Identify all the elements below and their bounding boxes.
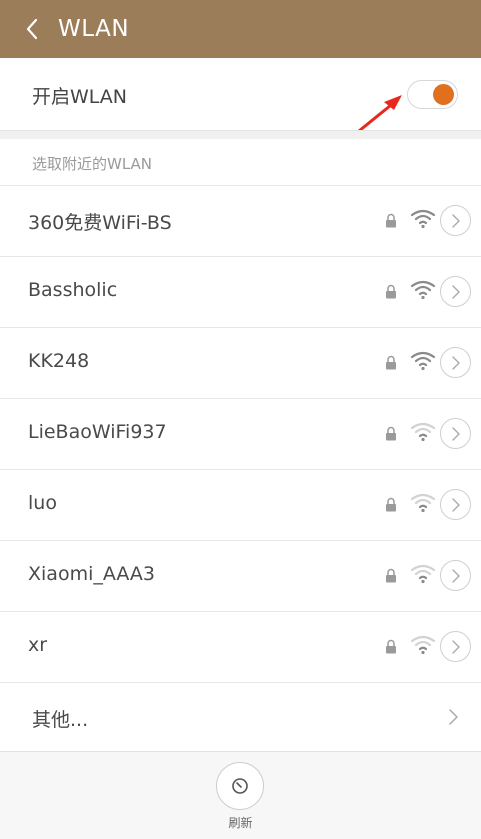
lock-icon xyxy=(386,639,396,654)
chevron-right-icon xyxy=(452,640,460,654)
other-network-row[interactable]: 其他... xyxy=(0,682,481,753)
chevron-right-icon xyxy=(452,356,460,370)
section-divider xyxy=(0,130,481,139)
network-ssid: Xiaomi_AAA3 xyxy=(28,563,155,585)
network-row[interactable]: xr xyxy=(0,611,481,682)
wifi-signal-icon xyxy=(410,635,436,655)
wlan-switch[interactable] xyxy=(407,80,458,109)
network-detail-button[interactable] xyxy=(440,489,471,520)
lock-icon xyxy=(386,568,396,583)
wlan-toggle-label: 开启WLAN xyxy=(32,86,128,108)
network-detail-button[interactable] xyxy=(440,631,471,662)
chevron-right-icon xyxy=(452,498,460,512)
network-row[interactable]: luo xyxy=(0,469,481,540)
switch-knob xyxy=(433,84,454,105)
lock-icon xyxy=(386,284,396,299)
lock-icon xyxy=(386,497,396,512)
network-ssid: KK248 xyxy=(28,350,90,372)
chevron-right-icon xyxy=(452,285,460,299)
network-detail-button[interactable] xyxy=(440,205,471,236)
network-ssid: xr xyxy=(28,634,48,656)
wifi-signal-icon xyxy=(410,209,436,229)
bottom-bar: 刷新 xyxy=(0,751,481,839)
wifi-signal-icon xyxy=(410,493,436,513)
network-detail-button[interactable] xyxy=(440,347,471,378)
nearby-networks-header: 选取附近的WLAN xyxy=(0,139,481,185)
annotation-arrow-icon xyxy=(357,95,402,133)
refresh-icon xyxy=(232,778,248,794)
chevron-left-icon xyxy=(26,18,38,40)
network-row[interactable]: KK248 xyxy=(0,327,481,398)
wifi-signal-icon xyxy=(410,564,436,584)
lock-icon xyxy=(386,213,396,228)
refresh-button[interactable] xyxy=(216,762,264,810)
wifi-signal-icon xyxy=(410,351,436,371)
other-chevron xyxy=(446,708,460,730)
lock-icon xyxy=(386,355,396,370)
network-ssid: Bassholic xyxy=(28,279,118,301)
wifi-signal-icon xyxy=(410,422,436,442)
back-button[interactable] xyxy=(22,15,46,43)
network-ssid: LieBaoWiFi937 xyxy=(28,421,167,443)
refresh-label: 刷新 xyxy=(228,816,253,830)
network-ssid: luo xyxy=(28,492,57,514)
wifi-signal-icon xyxy=(410,280,436,300)
network-detail-button[interactable] xyxy=(440,276,471,307)
network-detail-button[interactable] xyxy=(440,418,471,449)
network-detail-button[interactable] xyxy=(440,560,471,591)
lock-icon xyxy=(386,426,396,441)
network-row[interactable]: LieBaoWiFi937 xyxy=(0,398,481,469)
chevron-right-icon xyxy=(452,214,460,228)
chevron-right-icon xyxy=(449,709,458,725)
network-row[interactable]: 360免费WiFi-BS xyxy=(0,185,481,256)
network-row[interactable]: Xiaomi_AAA3 xyxy=(0,540,481,611)
title-bar: WLAN xyxy=(0,0,481,58)
network-row[interactable]: Bassholic xyxy=(0,256,481,327)
network-ssid: 360免费WiFi-BS xyxy=(28,212,172,234)
network-list: 360免费WiFi-BS Bassholic KK248 LieBaoWiFi937 l… xyxy=(0,185,481,753)
page-title: WLAN xyxy=(58,16,130,42)
chevron-right-icon xyxy=(452,427,460,441)
chevron-right-icon xyxy=(452,569,460,583)
other-network-label: 其他... xyxy=(32,709,89,731)
section-label: 选取附近的WLAN xyxy=(32,155,153,173)
